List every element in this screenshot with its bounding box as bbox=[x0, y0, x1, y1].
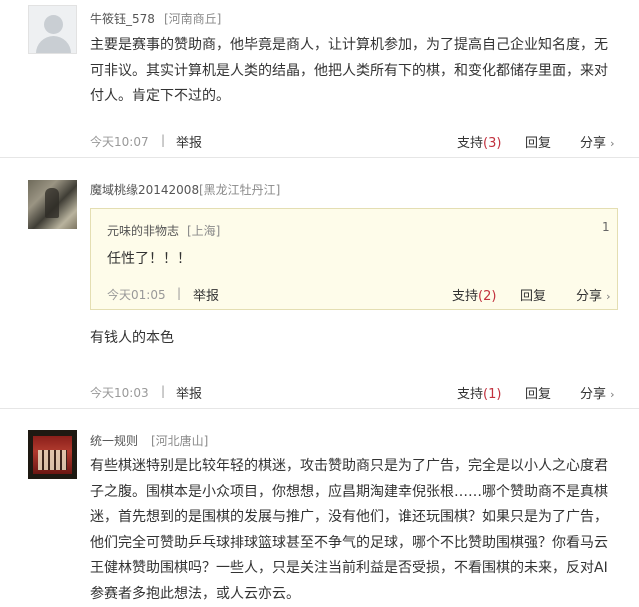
comment-line: 主要是赛事的赞助商，他毕竟是商人，让计算机参加，为了提高自己企业知名度，无 bbox=[90, 33, 635, 59]
share-button[interactable]: 分享 › bbox=[580, 132, 615, 151]
quoted-time: 今天01:05 bbox=[107, 286, 166, 303]
comment-line: 王健林赞助围棋吗？一些人，只是关注当前利益是否受损，不看围棋的未来，反对AI bbox=[90, 556, 635, 582]
share-label: 分享 bbox=[580, 136, 606, 151]
comment-time: 今天10:07 bbox=[90, 133, 149, 150]
comment-text: 主要是赛事的赞助商，他毕竟是商人，让计算机参加，为了提高自己企业知名度，无 可非… bbox=[90, 33, 635, 110]
support-label: 支持 bbox=[457, 387, 483, 402]
comment-divider bbox=[0, 157, 639, 158]
comment-divider bbox=[0, 408, 639, 409]
comment-line: 迷，首先想到的是围棋的发展与推广，没有他们，谁还玩围棋？如果只是为了广告， bbox=[90, 505, 635, 531]
support-button[interactable]: 支持(3) bbox=[457, 132, 501, 151]
support-label: 支持 bbox=[457, 136, 483, 151]
share-label: 分享 bbox=[576, 289, 602, 304]
avatar[interactable] bbox=[28, 180, 77, 229]
reply-button[interactable]: 回复 bbox=[525, 383, 551, 402]
user-location: [河南商丘] bbox=[164, 10, 221, 27]
comment-text: 有钱人的本色 bbox=[90, 326, 174, 352]
support-count: (3) bbox=[483, 136, 501, 151]
quoted-report-button[interactable]: 举报 bbox=[193, 285, 219, 304]
divider: | bbox=[161, 133, 165, 147]
quoted-username[interactable]: 元味的非物志 bbox=[107, 222, 179, 239]
quoted-support-button[interactable]: 支持(2) bbox=[452, 285, 496, 304]
comment-line: 子之腹。围棋本是小众项目，你想想，应昌期淘建幸倪张根……哪个赞助商不是真棋 bbox=[90, 480, 635, 506]
reply-button[interactable]: 回复 bbox=[525, 132, 551, 151]
comment-line: 付人。肯定下不过的。 bbox=[90, 84, 635, 110]
chevron-right-icon: › bbox=[610, 137, 614, 150]
comment-line: 他们完全可赞助乒乓球排球篮球甚至不争气的足球，哪个不比赞助围棋强？你看马云 bbox=[90, 531, 635, 557]
support-button[interactable]: 支持(1) bbox=[457, 383, 501, 402]
username[interactable]: 魔域桃缘20142008 bbox=[90, 181, 199, 198]
share-button[interactable]: 分享 › bbox=[580, 383, 615, 402]
avatar[interactable] bbox=[28, 430, 77, 479]
user-location: [河北唐山] bbox=[151, 432, 208, 449]
floor-number: 1 bbox=[602, 220, 610, 234]
quoted-reply-button[interactable]: 回复 bbox=[520, 285, 546, 304]
divider: | bbox=[161, 384, 165, 398]
chevron-right-icon: › bbox=[606, 290, 610, 303]
support-label: 支持 bbox=[452, 289, 478, 304]
report-button[interactable]: 举报 bbox=[176, 132, 202, 151]
chevron-right-icon: › bbox=[610, 388, 614, 401]
comment-time: 今天10:03 bbox=[90, 384, 149, 401]
support-count: (2) bbox=[478, 289, 496, 304]
comment-line: 有些棋迷特别是比较年轻的棋迷，攻击赞助商只是为了广告，完全是以小人之心度君 bbox=[90, 454, 635, 480]
divider: | bbox=[177, 286, 181, 300]
share-label: 分享 bbox=[580, 387, 606, 402]
quoted-user-location: [上海] bbox=[187, 222, 220, 239]
username[interactable]: 统一规则 bbox=[90, 432, 138, 449]
quoted-text: 任性了！！！ bbox=[107, 247, 191, 273]
report-button[interactable]: 举报 bbox=[176, 383, 202, 402]
username[interactable]: 牛筱钰_578 bbox=[90, 10, 155, 27]
comment-text: 有些棋迷特别是比较年轻的棋迷，攻击赞助商只是为了广告，完全是以小人之心度君 子之… bbox=[90, 454, 635, 607]
user-location: [黑龙江牡丹江] bbox=[199, 181, 280, 198]
avatar[interactable] bbox=[28, 5, 77, 54]
comment-line: 参赛者多抱此想法，或人云亦云。 bbox=[90, 582, 635, 607]
comment-line: 可非议。其实计算机是人类的结晶，他把人类所有下的棋，和变化都储存里面，来对 bbox=[90, 59, 635, 85]
quoted-share-button[interactable]: 分享 › bbox=[576, 285, 611, 304]
support-count: (1) bbox=[483, 387, 501, 402]
